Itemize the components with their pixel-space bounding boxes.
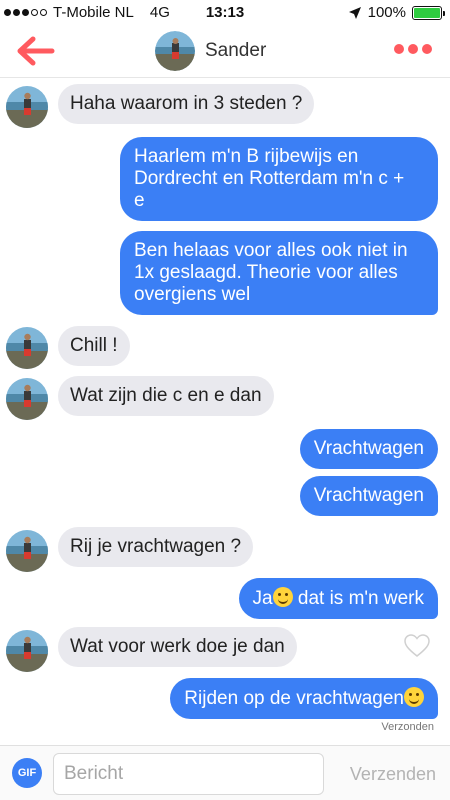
contact-avatar[interactable] [155,31,195,71]
message-text: dat is m'n werk [292,588,424,609]
message-incoming: Haha waarom in 3 steden ? [58,84,315,124]
sender-avatar[interactable] [6,630,48,672]
message-outgoing: Ben helaas voor alles ook niet in 1x ges… [120,231,438,315]
location-arrow-icon [348,6,361,19]
message-input[interactable] [53,753,324,795]
send-button[interactable]: Verzenden [350,764,436,785]
gif-button[interactable]: GIF [12,758,42,788]
message-outgoing: Haarlem m'n B rijbewijs en Dordrecht en … [120,137,438,221]
status-bar: T-Mobile NL 4G 13:13 100% [0,0,450,24]
message-outgoing: Ja dat is m'n werk [238,578,438,619]
chat-header: Sander [0,24,450,78]
status-right: 100% [348,4,445,21]
message-text: Ja [252,588,273,609]
heart-icon [404,634,430,657]
more-dots-icon [394,44,404,54]
like-message-button[interactable] [404,634,430,658]
sender-avatar[interactable] [6,327,48,369]
message-incoming: Rij je vrachtwagen ? [58,527,254,567]
sender-avatar[interactable] [6,86,48,128]
contact-name[interactable]: Sander [205,40,266,62]
message-outgoing: Vrachtwagen [299,476,438,516]
message-text: Rijden op de vrachtwagen [184,688,404,709]
more-options-button[interactable] [394,44,432,54]
back-button[interactable] [16,36,56,66]
message-incoming: Chill ! [58,326,130,366]
message-outgoing: Rijden op de vrachtwagen [170,678,438,719]
smiling-face-emoji [272,587,293,607]
compose-bar: GIF Verzenden [0,745,450,800]
sender-avatar[interactable] [6,530,48,572]
message-incoming: Wat zijn die c en e dan [58,376,274,416]
battery-percent: 100% [367,4,406,21]
battery-icon [412,5,445,20]
message-outgoing: Vrachtwagen [299,429,438,469]
grinning-sweat-emoji [404,687,424,707]
contact-header[interactable]: Sander [155,31,266,71]
sent-status: Verzonden [381,721,434,733]
sender-avatar[interactable] [6,378,48,420]
message-incoming: Wat voor werk doe je dan [58,627,297,667]
arrow-left-icon [17,36,55,66]
